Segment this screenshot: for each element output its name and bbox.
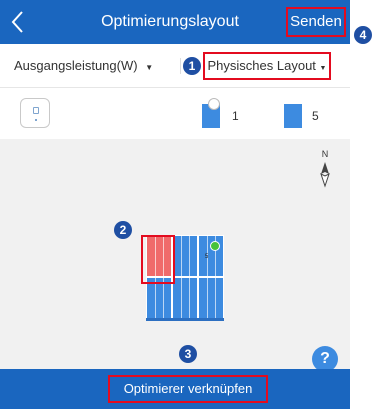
solar-panel[interactable] bbox=[172, 277, 198, 319]
link-optimizer-button[interactable]: Optimierer verknüpfen bbox=[108, 375, 268, 403]
app-header: Optimierungslayout Senden bbox=[0, 0, 350, 44]
layout-dropdown[interactable]: Physisches Layout ▼ bbox=[203, 52, 331, 80]
inverter-icon bbox=[33, 107, 39, 114]
inverter-led bbox=[35, 119, 37, 121]
array-baseline bbox=[146, 318, 224, 321]
bottom-bar: Optimierer verknüpfen bbox=[0, 369, 350, 409]
selected-panel-highlight bbox=[141, 235, 175, 284]
output-power-label: Ausgangsleistung(W) bbox=[14, 58, 138, 73]
solar-panel[interactable] bbox=[172, 235, 198, 277]
status-dot-icon bbox=[210, 241, 220, 251]
marker-3: 3 bbox=[179, 345, 197, 363]
chevron-left-icon[interactable] bbox=[8, 8, 30, 36]
marker-1: 1 bbox=[183, 57, 201, 75]
caret-down-icon: ▼ bbox=[319, 65, 327, 72]
marker-2: 2 bbox=[114, 221, 132, 239]
send-button[interactable]: Senden bbox=[286, 7, 346, 37]
page-title: Optimierungslayout bbox=[101, 13, 239, 30]
compass-needle-icon bbox=[320, 162, 330, 188]
screen: Optimierungslayout Senden 4 Ausgangsleis… bbox=[0, 0, 373, 409]
optimizer-panel-icon[interactable] bbox=[202, 98, 220, 128]
panel-count: 5 bbox=[312, 109, 319, 123]
divider bbox=[180, 58, 181, 74]
compass-icon: N bbox=[318, 149, 332, 189]
optimizer-count: 1 bbox=[232, 109, 239, 123]
layout-canvas[interactable]: N 5 2 3 bbox=[0, 139, 350, 369]
output-power-dropdown[interactable]: Ausgangsleistung(W) ▼ bbox=[14, 44, 153, 88]
marker-4: 4 bbox=[354, 26, 372, 44]
solar-panel-icon[interactable] bbox=[284, 104, 302, 128]
compass-label: N bbox=[321, 149, 329, 159]
toolbar: 1 5 bbox=[0, 89, 350, 139]
caret-down-icon: ▼ bbox=[145, 63, 154, 72]
layout-label: Physisches Layout bbox=[207, 58, 316, 73]
inverter-button[interactable] bbox=[20, 98, 50, 128]
panel-number: 5 bbox=[205, 254, 209, 260]
filter-bar: Ausgangsleistung(W) ▼ 1 Physisches Layou… bbox=[0, 44, 350, 88]
solar-panel[interactable] bbox=[198, 277, 224, 319]
